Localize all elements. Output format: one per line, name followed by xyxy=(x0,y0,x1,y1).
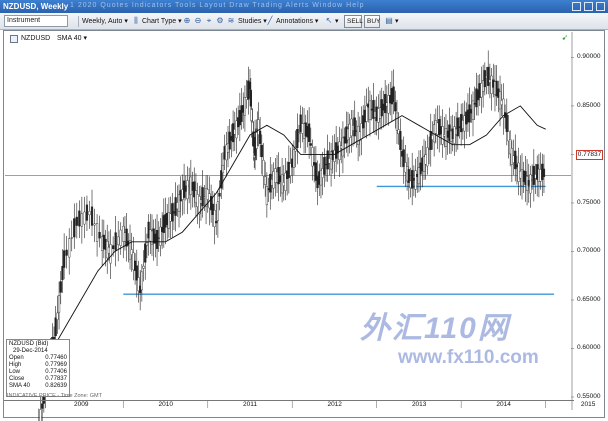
buy-button[interactable]: BUY xyxy=(364,15,380,28)
chart-type-label: Chart Type xyxy=(142,18,177,25)
print-icon[interactable]: ▤ xyxy=(384,16,394,26)
chart-drag-icon[interactable]: ➹ xyxy=(560,33,570,43)
candlestick-icon[interactable]: ⫼ xyxy=(131,16,141,26)
crosshair-icon[interactable]: ⌖ xyxy=(204,16,214,26)
info-key: Close xyxy=(9,376,25,382)
info-value: 0.82639 xyxy=(45,383,67,389)
price-tick-label: 0.85000 xyxy=(577,101,601,109)
minimize-button[interactable] xyxy=(572,2,581,11)
print-dropdown[interactable]: ▾ xyxy=(395,16,399,27)
chart-toolbar: Instrument Weekly, Auto ▾ ⫼ Chart Type ▾… xyxy=(0,13,608,30)
studies-icon[interactable]: ≋ xyxy=(226,16,236,26)
year-label: 2015 xyxy=(580,401,596,408)
price-tick-label: 0.60000 xyxy=(577,344,601,352)
year-label: 2010 xyxy=(158,401,173,408)
year-label: 2012 xyxy=(327,401,342,408)
watermark-url: www.fx110.com xyxy=(398,347,539,368)
indicative-price-note: INDICATIVE PRICE - Time Zone: GMT xyxy=(7,393,102,399)
chart-study-label[interactable]: SMA 40 ▾ xyxy=(57,34,87,44)
current-price-label: 0.77837 xyxy=(576,150,603,160)
settings-icon[interactable]: ⚙ xyxy=(215,16,225,26)
year-label: 2011 xyxy=(242,401,257,408)
sell-button[interactable]: SELL xyxy=(344,15,363,28)
price-tick-label: 0.70000 xyxy=(577,247,601,255)
line-tool-icon[interactable]: ╱ xyxy=(265,16,275,26)
zoom-out-icon[interactable]: ⊖ xyxy=(193,16,203,26)
scale-selector[interactable]: Auto ▾ xyxy=(108,16,128,27)
zoom-in-icon[interactable]: ⊕ xyxy=(182,16,192,26)
chart-type-button[interactable]: Chart Type ▾ xyxy=(142,16,182,27)
info-row: High 0.77969 xyxy=(9,362,67,369)
year-label: 2009 xyxy=(74,401,89,408)
price-tick-label: 0.65000 xyxy=(577,295,601,303)
chart-study-name: SMA 40 xyxy=(57,35,82,42)
maximize-button[interactable] xyxy=(584,2,593,11)
info-value: 0.77837 xyxy=(45,376,67,382)
info-key: Low xyxy=(9,369,21,375)
period-label: Weekly xyxy=(82,18,105,25)
info-key: Open xyxy=(9,355,24,361)
scale-label: Auto xyxy=(108,18,123,25)
info-value: 0.77460 xyxy=(45,355,67,361)
ohlc-info-box: NZDUSD (Bid) 29-Dec-2014 Open 0.77460 High… xyxy=(6,339,70,397)
window-title-bar: NZDUSD, Weekly 1 2020 Quotes Indicators … xyxy=(0,0,608,13)
studies-button[interactable]: Studies ▾ xyxy=(238,16,267,27)
period-selector[interactable]: Weekly, xyxy=(82,16,106,27)
instrument-checkbox[interactable] xyxy=(10,35,18,43)
faint-menu-strip: 1 2020 Quotes Indicators Tools Layout Dr… xyxy=(70,2,365,9)
info-value: 0.77406 xyxy=(45,369,67,375)
info-key: SMA 40 xyxy=(9,383,31,389)
studies-label: Studies xyxy=(238,18,262,25)
info-rows: Open 0.77460 High 0.77969 Low 0.77406 Close 0.7… xyxy=(9,355,67,390)
pointer-dropdown[interactable]: ▾ xyxy=(335,16,339,27)
price-tick-label: 0.75000 xyxy=(577,198,601,206)
info-key: High xyxy=(9,362,22,368)
info-row: Close 0.77837 xyxy=(9,376,67,383)
price-tick-label: 0.55000 xyxy=(577,393,601,400)
annotations-label: Annotations xyxy=(276,18,313,25)
year-label: 2013 xyxy=(411,401,427,408)
info-title: NZDUSD (Bid) xyxy=(9,341,49,347)
info-value: 0.77969 xyxy=(45,362,67,368)
pointer-icon[interactable]: ↖ xyxy=(324,16,334,26)
chart-symbol[interactable]: NZDUSD xyxy=(21,34,50,44)
window-title: NZDUSD, Weekly xyxy=(3,2,69,11)
instrument-input[interactable]: Instrument xyxy=(4,15,68,27)
annotations-button[interactable]: Annotations ▾ xyxy=(276,16,318,27)
price-tick-label: 0.90000 xyxy=(577,53,601,61)
toolbar-separator xyxy=(78,16,79,27)
info-row: Open 0.77460 xyxy=(9,355,67,362)
time-axis xyxy=(4,400,574,408)
close-button[interactable] xyxy=(596,2,605,11)
year-label: 2014 xyxy=(496,401,511,408)
info-row: Low 0.77406 xyxy=(9,369,67,376)
info-date: 29-Dec-2014 xyxy=(13,348,48,354)
watermark-logo: 外汇110网 xyxy=(360,312,510,345)
info-row: SMA 40 0.82639 xyxy=(9,383,67,390)
